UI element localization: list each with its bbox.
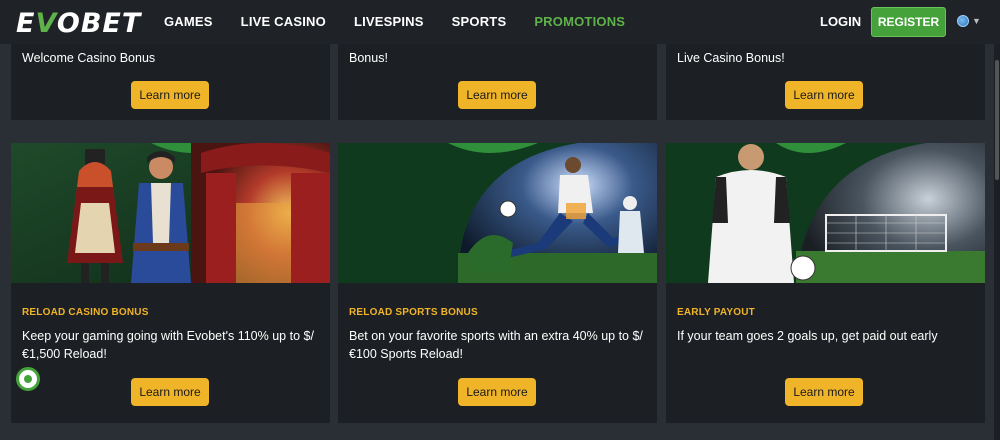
learn-more-button[interactable]: Learn more	[785, 81, 863, 109]
scrollbar-thumb[interactable]	[995, 60, 999, 180]
early-payout-hero-image	[666, 143, 985, 283]
nav-live-casino[interactable]: LIVE CASINO	[241, 14, 326, 29]
nav-sports[interactable]: SPORTS	[452, 14, 507, 29]
promo-card-live-casino: Live Casino Bonus! Learn more	[666, 44, 985, 120]
promo-card-sports-welcome: Bonus! Learn more	[338, 44, 657, 120]
chevron-down-icon: ▼	[972, 16, 981, 26]
card-description: Live Casino Bonus!	[677, 51, 785, 65]
card-title: EARLY PAYOUT	[677, 307, 755, 318]
promo-card-reload-casino: RELOAD CASINO BONUS Keep your gaming goi…	[11, 143, 330, 423]
card-description: If your team goes 2 goals up, get paid o…	[677, 329, 938, 343]
card-description: Keep your gaming going with Evobet's 110…	[22, 329, 314, 361]
promo-card-early-payout: EARLY PAYOUT If your team goes 2 goals u…	[666, 143, 985, 423]
login-link[interactable]: LOGIN	[820, 14, 861, 29]
card-description: Welcome Casino Bonus	[22, 51, 156, 65]
nav-games[interactable]: GAMES	[164, 14, 213, 29]
card-description: Bonus!	[349, 51, 388, 65]
top-navigation-bar: EVOBET GAMES LIVE CASINO LIVESPINS SPORT…	[0, 0, 1000, 44]
promo-card-welcome-casino: Welcome Casino Bonus Learn more	[11, 44, 330, 120]
card-description: Bet on your favorite sports with an extr…	[349, 329, 643, 361]
globe-icon	[957, 15, 969, 27]
card-title: RELOAD SPORTS BONUS	[349, 307, 478, 318]
learn-more-button[interactable]: Learn more	[458, 378, 536, 406]
learn-more-button[interactable]: Learn more	[131, 378, 209, 406]
sports-hero-image	[338, 143, 657, 283]
nav-promotions[interactable]: PROMOTIONS	[534, 14, 625, 29]
register-button[interactable]: REGISTER	[871, 7, 946, 37]
card-title: RELOAD CASINO BONUS	[22, 307, 149, 318]
casino-hero-image	[11, 143, 330, 283]
nav-livespins[interactable]: LIVESPINS	[354, 14, 424, 29]
learn-more-button[interactable]: Learn more	[458, 81, 536, 109]
evobet-logo[interactable]: EVOBET	[16, 8, 141, 39]
learn-more-button[interactable]: Learn more	[131, 81, 209, 109]
promo-card-reload-sports: RELOAD SPORTS BONUS Bet on your favorite…	[338, 143, 657, 423]
learn-more-button[interactable]: Learn more	[785, 378, 863, 406]
main-nav: GAMES LIVE CASINO LIVESPINS SPORTS PROMO…	[164, 14, 653, 29]
live-chat-icon[interactable]	[16, 367, 40, 391]
language-selector[interactable]: ▼	[957, 15, 981, 27]
